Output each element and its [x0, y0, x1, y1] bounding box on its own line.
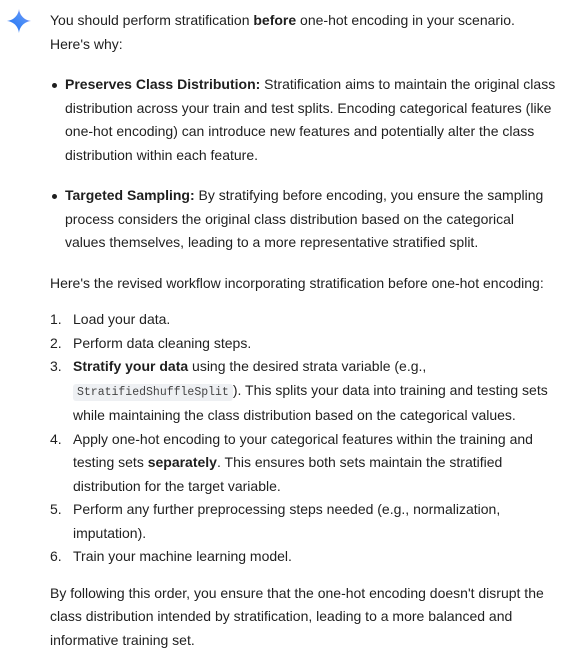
list-item: 2. Perform data cleaning steps. [50, 332, 556, 356]
step-emphasis: Stratify your data [73, 358, 188, 374]
step-text: Perform data cleaning steps. [73, 335, 251, 351]
gemini-sparkle-icon [6, 8, 32, 34]
intro-text: You should perform stratification [50, 12, 253, 28]
step-text: Perform any further preprocessing steps … [73, 501, 500, 541]
step-number: 4. [50, 428, 62, 452]
step-text: Load your data. [73, 311, 170, 327]
reasons-list: Preserves Class Distribution: Stratifica… [50, 73, 556, 255]
step-number: 1. [50, 308, 62, 332]
list-item: 3. Stratify your data using the desired s… [50, 355, 556, 428]
step-number: 3. [50, 355, 62, 379]
response-body: You should perform stratification before… [50, 9, 556, 652]
inline-code: StratifiedShuffleSplit [73, 384, 233, 401]
list-item: 6. Train your machine learning model. [50, 545, 556, 569]
conclusion-paragraph: By following this order, you ensure that… [50, 582, 556, 652]
intro-emphasis: before [253, 12, 296, 28]
list-item: 1. Load your data. [50, 308, 556, 332]
step-text: using the desired strata variable (e.g., [188, 358, 426, 374]
list-item: 5. Perform any further preprocessing step… [50, 498, 556, 545]
intro-paragraph: You should perform stratification before… [50, 9, 556, 56]
bullet-title: Targeted Sampling: [65, 187, 195, 203]
step-text: Train your machine learning model. [73, 548, 292, 564]
list-item: Preserves Class Distribution: Stratifica… [50, 73, 556, 167]
assistant-response: You should perform stratification before… [0, 0, 562, 642]
workflow-intro: Here's the revised workflow incorporatin… [50, 272, 556, 296]
step-emphasis: separately [148, 454, 217, 470]
list-item: 4.Apply one-hot encoding to your categor… [50, 428, 556, 499]
step-number: 6. [50, 545, 62, 569]
step-number: 5. [50, 498, 62, 522]
workflow-steps: 1. Load your data. 2. Perform data cleanin… [50, 308, 556, 569]
list-item: Targeted Sampling: By stratifying before… [50, 184, 556, 255]
step-number: 2. [50, 332, 62, 356]
bullet-title: Preserves Class Distribution: [65, 76, 260, 92]
